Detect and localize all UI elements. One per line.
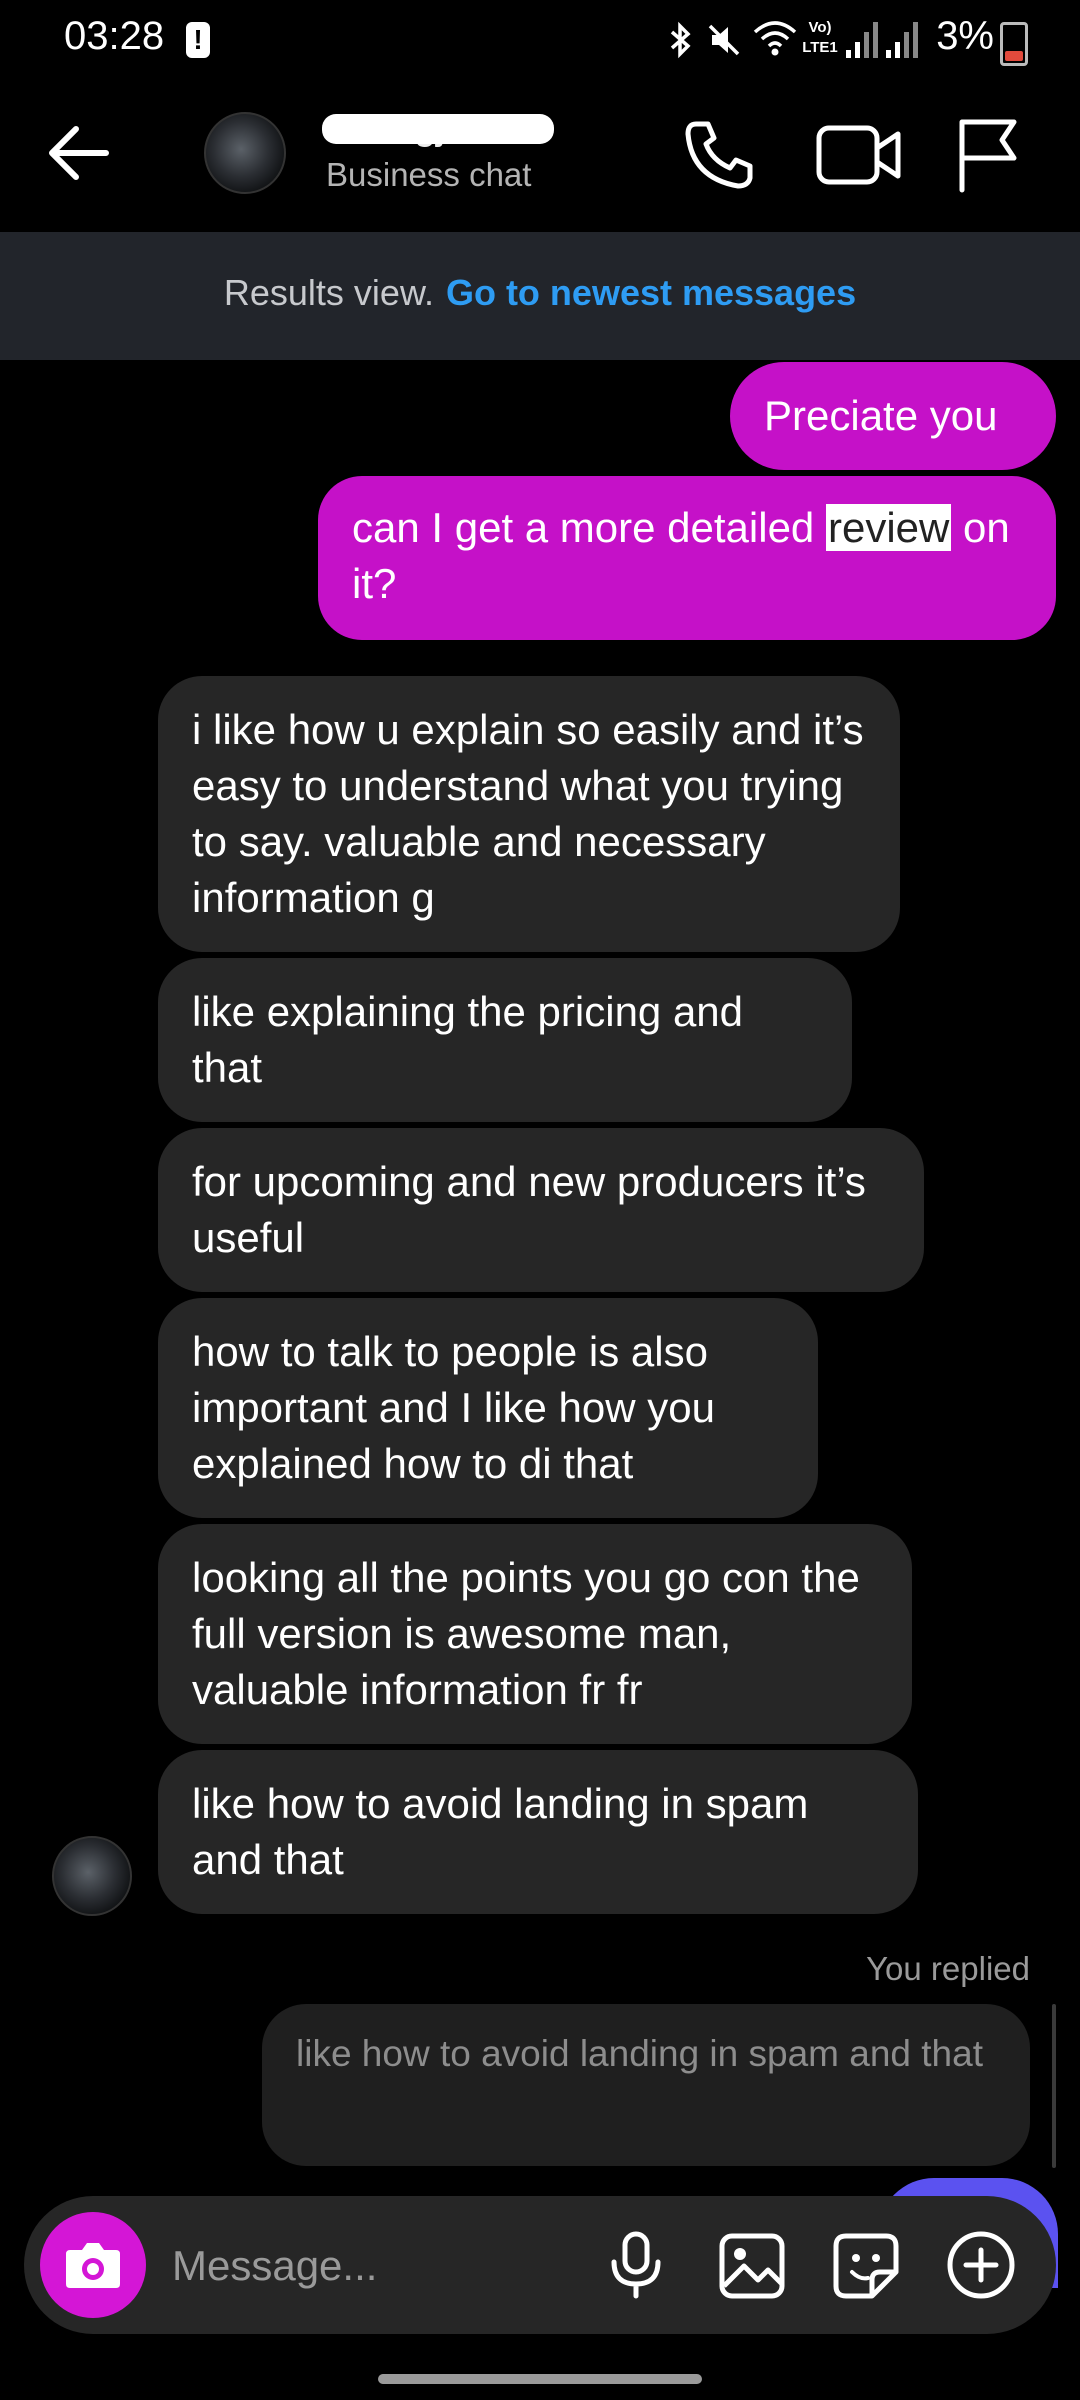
results-view-label: Results view. [223, 272, 434, 313]
phone-call-button[interactable] [682, 116, 758, 192]
message-bubble-received[interactable]: looking all the points you go con the fu… [158, 1524, 912, 1744]
message-bubble-received[interactable]: how to talk to people is also important … [158, 1298, 818, 1518]
message-bubble-received[interactable]: i like how u explain so easily and it’s … [158, 676, 900, 952]
sticker-button[interactable] [830, 2230, 902, 2302]
sender-avatar[interactable] [52, 1836, 132, 1916]
volte-lte-indicator: Vo) LTE1 [802, 19, 838, 56]
message-bubble-sent[interactable]: can I get a more detailed review on it? [318, 476, 1056, 640]
add-button[interactable] [944, 2228, 1018, 2302]
name-redaction [322, 114, 554, 144]
message-bubble-received[interactable]: like explaining the pricing and that [158, 958, 852, 1122]
message-bubble-sent[interactable]: Preciate you [730, 362, 1056, 470]
signal-icon [846, 22, 878, 58]
replied-quote-bubble[interactable]: like how to avoid landing in spam and th… [262, 2004, 1030, 2166]
back-button[interactable] [40, 118, 120, 188]
search-highlight: review [825, 504, 952, 551]
message-text: can I get a more detailed [352, 504, 826, 551]
reply-indicator-bar [1052, 2004, 1056, 2168]
message-input[interactable] [170, 2232, 574, 2300]
camera-button[interactable] [40, 2212, 146, 2318]
results-view-banner: Results view. Go to newest messages [0, 232, 1080, 360]
bluetooth-icon [670, 21, 691, 59]
go-to-newest-link[interactable]: Go to newest messages [446, 272, 856, 313]
signal-icon-2 [886, 22, 918, 58]
battery-icon [1000, 22, 1028, 66]
report-flag-button[interactable] [952, 114, 1022, 194]
contact-avatar[interactable] [204, 112, 286, 194]
wifi-icon [753, 21, 797, 56]
message-bubble-received[interactable]: for upcoming and new producers it’s usef… [158, 1128, 924, 1292]
gallery-button[interactable] [716, 2230, 788, 2302]
home-indicator[interactable] [378, 2374, 702, 2384]
battery-percentage: 3% [936, 14, 994, 58]
status-time: 03:28 [64, 14, 165, 58]
alert-icon [186, 22, 210, 58]
mute-icon [708, 24, 740, 56]
you-replied-label: You replied [866, 1950, 1030, 1987]
microphone-button[interactable] [606, 2230, 666, 2300]
contact-subtitle: Business chat [326, 156, 532, 193]
message-bubble-received[interactable]: like how to avoid landing in spam and th… [158, 1750, 918, 1914]
video-call-button[interactable] [814, 116, 904, 192]
camera-icon [66, 2243, 120, 2288]
